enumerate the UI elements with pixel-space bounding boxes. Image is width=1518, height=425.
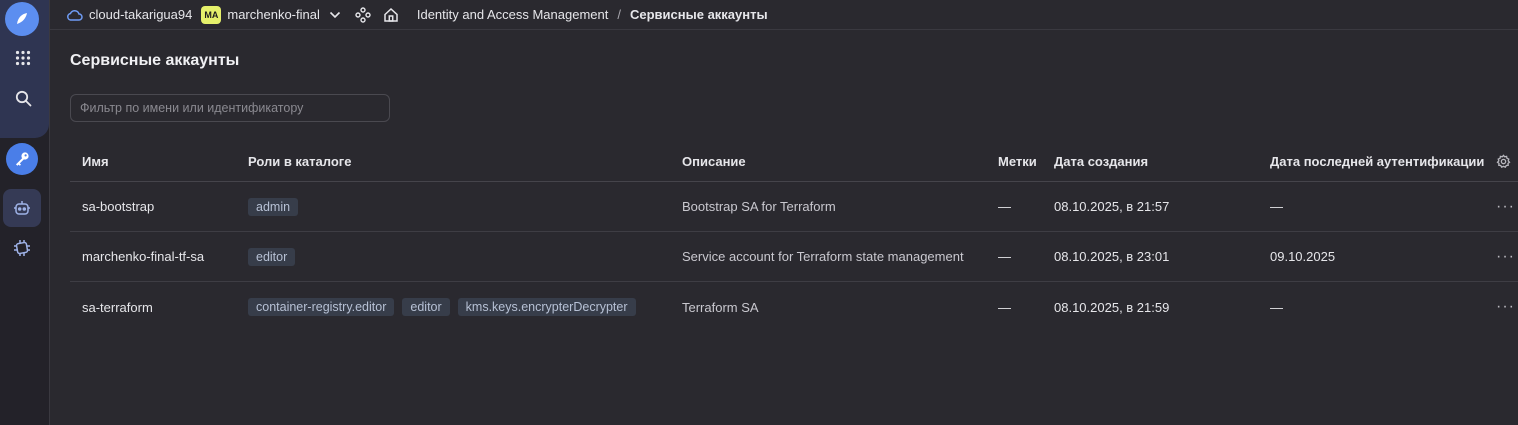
- account-last-auth: —: [1270, 299, 1283, 315]
- more-menu-icon[interactable]: ···: [1496, 232, 1515, 281]
- role-chip: admin: [248, 197, 299, 216]
- role-chip: container-registry.editor: [248, 298, 395, 316]
- header-last-auth[interactable]: Дата последней аутентификации: [1270, 142, 1484, 181]
- account-description: Bootstrap SA for Terraform: [682, 199, 836, 214]
- network-icon[interactable]: [355, 6, 371, 23]
- header-labels: Метки: [998, 154, 1037, 169]
- filter-input[interactable]: [70, 94, 390, 122]
- account-name[interactable]: sa-bootstrap: [82, 182, 154, 231]
- role-chip: kms.keys.encrypterDecrypter: [457, 298, 636, 316]
- breadcrumb-current: Сервисные аккаунты: [630, 7, 768, 22]
- table-header: Имя Роли в каталоге Описание Метки Дата …: [70, 142, 1518, 182]
- breadcrumb-service[interactable]: Identity and Access Management: [417, 7, 609, 22]
- gear-icon[interactable]: [1496, 142, 1511, 181]
- account-labels: —: [998, 299, 1011, 315]
- breadcrumb-separator: /: [617, 7, 621, 22]
- robot-icon[interactable]: [3, 189, 41, 227]
- account-created: 08.10.2025, в 21:59: [1054, 299, 1170, 315]
- role-chip: editor: [402, 298, 450, 316]
- cloud-name: cloud-takarigua94: [89, 7, 193, 22]
- account-description: Terraform SA: [682, 299, 759, 315]
- left-nav-rail: [0, 0, 50, 425]
- role-chip: editor: [248, 247, 296, 266]
- account-last-auth: 09.10.2025: [1270, 249, 1336, 264]
- folder-selector[interactable]: MA marchenko-final: [201, 5, 341, 24]
- home-icon[interactable]: [383, 7, 399, 23]
- cloud-icon: [67, 9, 83, 21]
- chip-icon[interactable]: [5, 232, 39, 264]
- account-description: Service account for Terraform state mana…: [682, 249, 964, 264]
- account-created: 08.10.2025, в 23:01: [1054, 249, 1170, 264]
- account-name[interactable]: sa-terraform: [82, 282, 153, 332]
- header-created[interactable]: Дата создания: [1054, 142, 1148, 181]
- key-icon[interactable]: [6, 143, 38, 175]
- grid-icon[interactable]: [5, 40, 41, 76]
- roles-cell: editor: [248, 232, 303, 281]
- cloud-selector[interactable]: cloud-takarigua94: [66, 7, 192, 22]
- yandex-cloud-logo-icon[interactable]: [5, 2, 39, 36]
- account-labels: —: [998, 249, 1011, 264]
- account-created: 08.10.2025, в 21:57: [1054, 199, 1170, 214]
- account-last-auth: —: [1270, 199, 1283, 214]
- account-name[interactable]: marchenko-final-tf-sa: [82, 232, 204, 281]
- chevron-down-icon[interactable]: [329, 11, 341, 19]
- folder-name: marchenko-final: [227, 7, 320, 22]
- top-bar: cloud-takarigua94 MA marchenko-final Ide…: [50, 0, 1518, 30]
- search-icon[interactable]: [5, 80, 41, 116]
- more-menu-icon[interactable]: ···: [1496, 182, 1515, 231]
- table-row[interactable]: sa-terraform container-registry.editor e…: [70, 282, 1518, 332]
- header-roles: Роли в каталоге: [248, 154, 352, 169]
- roles-cell: container-registry.editor editor kms.key…: [248, 282, 644, 332]
- header-description: Описание: [682, 154, 746, 169]
- roles-cell: admin: [248, 182, 306, 231]
- header-name[interactable]: Имя: [82, 142, 109, 181]
- account-labels: —: [998, 199, 1011, 214]
- table-row[interactable]: marchenko-final-tf-sa editor Service acc…: [70, 232, 1518, 282]
- service-accounts-table: Имя Роли в каталоге Описание Метки Дата …: [70, 142, 1518, 332]
- table-row[interactable]: sa-bootstrap admin Bootstrap SA for Terr…: [70, 182, 1518, 232]
- page-title: Сервисные аккаунты: [70, 52, 240, 69]
- folder-badge: MA: [201, 5, 222, 24]
- more-menu-icon[interactable]: ···: [1496, 282, 1515, 332]
